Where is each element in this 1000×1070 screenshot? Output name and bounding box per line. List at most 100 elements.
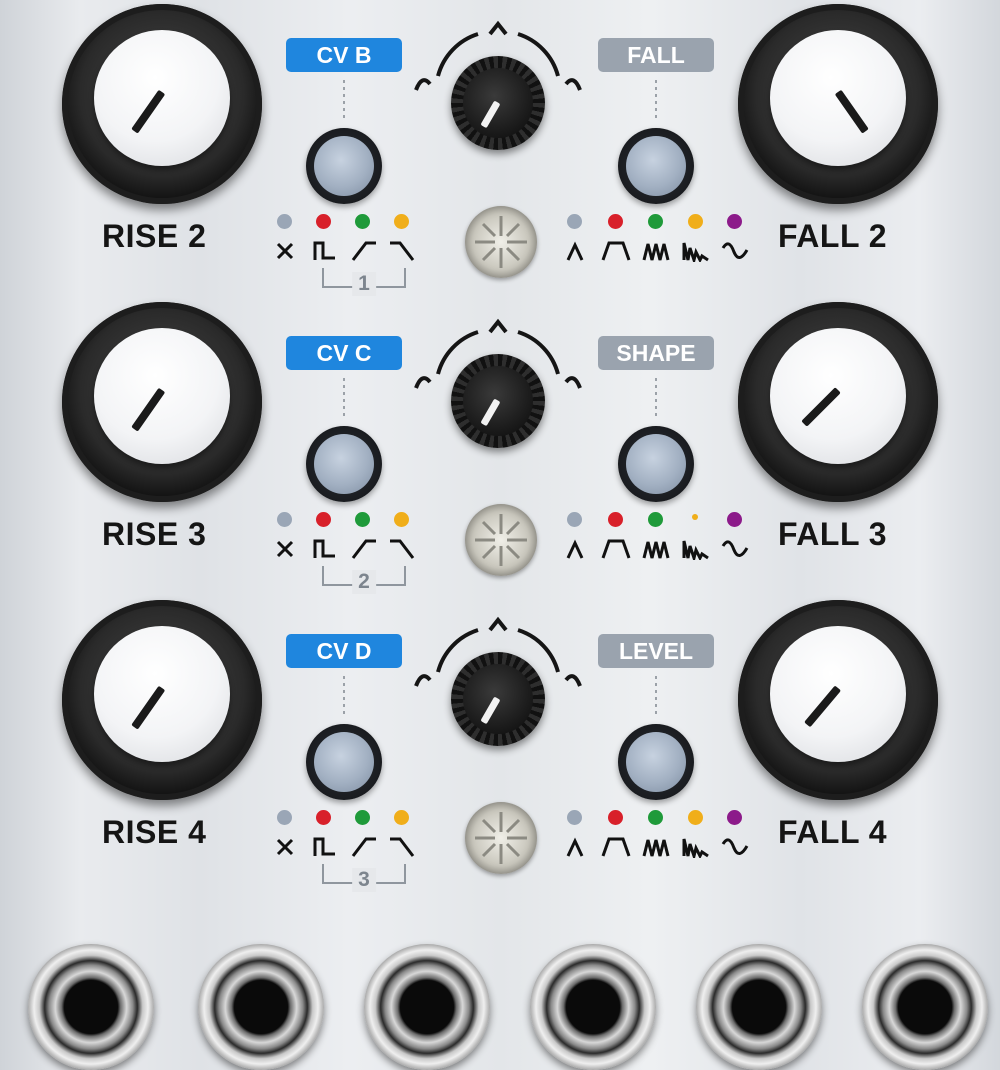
group-number: 3 (352, 868, 376, 892)
group-bracket: 3 (322, 864, 406, 892)
button-face (626, 136, 686, 196)
cv-c-attenuverter-knob[interactable] (451, 354, 545, 448)
shape-assign-tag: SHAPE (598, 336, 714, 370)
group-number: 1 (352, 272, 376, 296)
jack-6[interactable] (862, 944, 988, 1070)
x-icon (270, 538, 300, 560)
dotted-link (655, 676, 657, 718)
mode-led-grey (567, 810, 582, 825)
group-bracket: 1 (322, 268, 406, 296)
mode-led-yellow-off (692, 514, 698, 520)
rise-4-knob[interactable] (62, 600, 262, 800)
mode-led-green (648, 214, 663, 229)
mode-led-green (355, 810, 370, 825)
dotted-link (655, 80, 657, 122)
jack-3[interactable] (364, 944, 490, 1070)
fall-2-label: FALL 2 (778, 218, 888, 254)
group-number: 2 (352, 570, 376, 594)
rise-4-label: RISE 4 (102, 814, 207, 850)
mode-led-green (355, 214, 370, 229)
rise-ramp-icon (348, 538, 378, 560)
mode-led-yellow (688, 214, 703, 229)
button-face (314, 136, 374, 196)
fall-ramp-icon (387, 538, 417, 560)
fall-4-label: FALL 4 (778, 814, 888, 850)
trapezoid-icon (601, 538, 631, 560)
jack-2[interactable] (198, 944, 324, 1070)
mode-led-grey (277, 810, 292, 825)
pulse-icon (309, 836, 339, 858)
mode-led-green (648, 512, 663, 527)
fall-4-mode-button[interactable] (618, 724, 694, 800)
x-icon (270, 240, 300, 262)
channel-row-4: RISE 4 CV D LEVEL FALL 4 3 (0, 596, 1000, 896)
rise-2-knob[interactable] (62, 4, 262, 204)
led-diffuser-icon (475, 812, 527, 864)
dotted-link (343, 378, 345, 420)
jack-1[interactable] (28, 944, 154, 1070)
module-panel: RISE 2 CV B FALL FALL 2 1 RISE 3 CV C SH… (0, 0, 1000, 1070)
peak-icon (560, 538, 590, 560)
mode-led-red (608, 512, 623, 527)
mode-led-grey (567, 214, 582, 229)
dotted-link (655, 378, 657, 420)
jack-5[interactable] (696, 944, 822, 1070)
burst-icon (641, 538, 671, 560)
rise-3-mode-button[interactable] (306, 426, 382, 502)
fall-3-mode-button[interactable] (618, 426, 694, 502)
rise-3-knob[interactable] (62, 302, 262, 502)
mode-led-yellow (394, 512, 409, 527)
dotted-link (343, 676, 345, 718)
channel-row-2: RISE 2 CV B FALL FALL 2 1 (0, 0, 1000, 300)
cv-c-tag: CV C (286, 336, 402, 370)
pulse-icon (309, 240, 339, 262)
fall-ramp-icon (387, 836, 417, 858)
mode-led-grey (277, 512, 292, 527)
rise-ramp-icon (348, 836, 378, 858)
decay-burst-icon (681, 538, 711, 564)
mode-led-green (355, 512, 370, 527)
button-face (626, 732, 686, 792)
mode-led-grey (277, 214, 292, 229)
mode-led-purple (727, 214, 742, 229)
mode-led-red (316, 810, 331, 825)
mode-led-purple (727, 512, 742, 527)
rise-ramp-icon (348, 240, 378, 262)
mode-led-grey (567, 512, 582, 527)
mode-led-red (608, 214, 623, 229)
burst-icon (641, 836, 671, 858)
group-bracket: 2 (322, 566, 406, 594)
pulse-icon (309, 538, 339, 560)
mode-led-yellow (394, 214, 409, 229)
fall-ramp-icon (387, 240, 417, 262)
rise-2-mode-button[interactable] (306, 128, 382, 204)
fall-4-knob[interactable] (738, 600, 938, 800)
mode-led-red (316, 214, 331, 229)
cv-d-attenuverter-knob[interactable] (451, 652, 545, 746)
fall-2-knob[interactable] (738, 4, 938, 204)
rise-3-label: RISE 3 (102, 516, 207, 552)
led-diffuser-icon (475, 216, 527, 268)
channel-4-led (465, 802, 537, 874)
cv-b-tag: CV B (286, 38, 402, 72)
button-face (314, 732, 374, 792)
trapezoid-icon (601, 240, 631, 262)
trapezoid-icon (601, 836, 631, 858)
decay-burst-icon (681, 836, 711, 862)
sine-icon (720, 240, 750, 262)
channel-3-led (465, 504, 537, 576)
fall-2-mode-button[interactable] (618, 128, 694, 204)
button-face (626, 434, 686, 494)
cv-b-attenuverter-knob[interactable] (451, 56, 545, 150)
fall-3-knob[interactable] (738, 302, 938, 502)
level-assign-tag: LEVEL (598, 634, 714, 668)
jack-4[interactable] (530, 944, 656, 1070)
sine-icon (720, 538, 750, 560)
led-diffuser-icon (475, 514, 527, 566)
rise-4-mode-button[interactable] (306, 724, 382, 800)
dotted-link (343, 80, 345, 122)
mode-led-red (316, 512, 331, 527)
rise-2-label: RISE 2 (102, 218, 207, 254)
x-icon (270, 836, 300, 858)
fall-assign-tag: FALL (598, 38, 714, 72)
